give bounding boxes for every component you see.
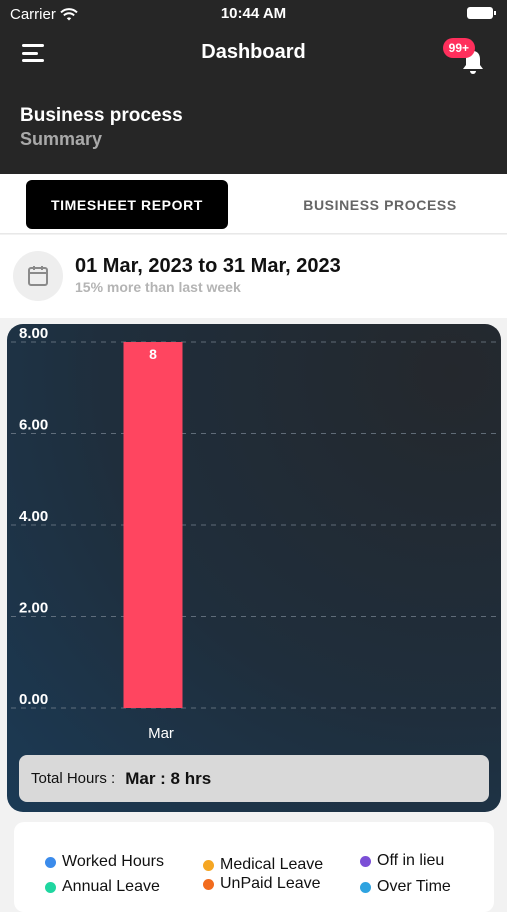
notification-badge: 99+ <box>442 38 475 58</box>
status-bar: Carrier 10:44 AM <box>0 0 507 28</box>
legend-label: Over Time <box>377 878 451 895</box>
y-tick-label: 2.00 <box>19 600 48 617</box>
legend-off-in-lieu: Off in lieu <box>360 852 444 870</box>
section-subtitle: Summary <box>20 129 103 149</box>
report-tabs: TIMESHEET REPORT BUSINESS PROCESS <box>0 174 507 234</box>
battery-icon <box>467 7 496 19</box>
section-title: Business process <box>20 105 183 126</box>
date-range-row[interactable]: 01 Mar, 2023 to 31 Mar, 2023 15% more th… <box>0 235 507 318</box>
tab-business-process[interactable]: BUSINESS PROCESS <box>270 180 490 229</box>
legend-dot <box>203 859 214 871</box>
bar-data-label: 8 <box>149 346 157 362</box>
legend-dot <box>360 855 371 867</box>
tab-timesheet-report[interactable]: TIMESHEET REPORT <box>26 180 228 229</box>
legend-dot <box>45 881 56 893</box>
clock: 10:44 AM <box>220 5 287 22</box>
legend-label: Off in lieu <box>377 852 445 869</box>
legend-dot <box>360 881 371 893</box>
calendar-button[interactable] <box>13 251 63 301</box>
y-tick-label: 6.00 <box>19 417 48 434</box>
notification-button[interactable]: 99+ <box>442 38 487 74</box>
page-title: Dashboard <box>201 41 306 63</box>
total-hours-box: Total Hours : Mar : 8 hrs <box>19 755 489 802</box>
calendar-icon <box>28 266 48 286</box>
timesheet-bar-chart: 8.00 6.00 4.00 2.00 0.00 8 Mar <box>11 325 499 742</box>
y-tick-label: 8.00 <box>19 325 48 342</box>
date-range-text: 01 Mar, 2023 to 31 Mar, 2023 <box>75 255 341 277</box>
date-range-subtitle: 15% more than last week <box>75 279 241 295</box>
y-tick-label: 0.00 <box>19 691 48 708</box>
legend-label: Worked Hours <box>62 853 164 870</box>
timesheet-chart-card: 8.00 6.00 4.00 2.00 0.00 8 Mar Total Hours : M… <box>7 324 501 812</box>
legend-dot <box>45 856 56 868</box>
legend-worked-hours: Worked Hours <box>45 853 164 871</box>
y-tick-label: 4.00 <box>19 508 48 525</box>
bar-mar <box>123 342 183 708</box>
app-header: Dashboard 99+ Business process Summary <box>0 28 507 174</box>
x-tick-label: Mar <box>148 725 174 742</box>
legend-label: Medical Leave <box>220 856 324 873</box>
legend-dot <box>203 878 214 890</box>
legend-annual-leave: Annual Leave <box>45 878 160 896</box>
legend-medical-leave: Medical Leave <box>203 856 323 874</box>
total-hours-value: Mar : 8 hrs <box>125 768 212 788</box>
legend-unpaid-leave: UnPaid Leave <box>203 875 321 893</box>
legend-label: Annual Leave <box>62 878 160 895</box>
legend-card: Worked Hours Medical Leave Off in lieu A… <box>14 822 494 912</box>
legend-over-time: Over Time <box>360 878 451 896</box>
legend-label: UnPaid Leave <box>220 875 321 892</box>
total-hours-label: Total Hours : <box>31 770 116 787</box>
